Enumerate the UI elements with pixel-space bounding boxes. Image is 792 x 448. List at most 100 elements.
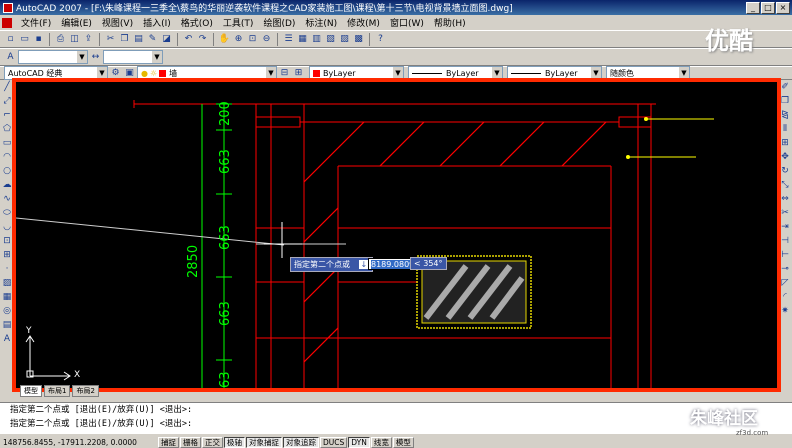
linetype-sample	[412, 72, 442, 74]
publish-icon[interactable]: ⇪	[82, 33, 95, 46]
toolbar-separator	[177, 32, 178, 46]
toolbar-separator	[49, 32, 50, 46]
minimize-button[interactable]: _	[746, 1, 760, 14]
drawing-canvas[interactable]	[16, 82, 777, 388]
lineweight-toggle[interactable]: 线宽	[370, 436, 392, 448]
menu-insert[interactable]: 插入(I)	[138, 16, 176, 29]
match-properties-icon[interactable]: ✎	[146, 33, 159, 46]
dim-style-select[interactable]: ▼	[103, 50, 163, 64]
menu-tools[interactable]: 工具(T)	[218, 16, 259, 29]
document-icon[interactable]	[2, 17, 12, 28]
polar-toggle[interactable]: 极轴	[224, 436, 245, 448]
toolbar-separator	[277, 32, 278, 46]
dim-text-total: 2850	[186, 244, 201, 278]
toolbar-separator	[213, 32, 214, 46]
workspace-value: AutoCAD 经典	[8, 68, 63, 78]
calculator-icon[interactable]: ▩	[352, 33, 365, 46]
layout-tabs: 模型 布局1 布局2	[0, 384, 99, 397]
layer-bulb-icon: ●	[141, 68, 148, 78]
tab-model[interactable]: 模型	[20, 384, 42, 397]
toolbar-separator	[99, 32, 100, 46]
otrack-toggle[interactable]: 对象追踪	[283, 436, 319, 448]
color-value: ByLayer	[323, 68, 356, 78]
color-swatch	[313, 69, 320, 77]
dim-text-200: 200	[218, 101, 233, 126]
osnap-toggle[interactable]: 对象捕捉	[246, 436, 282, 448]
print-preview-icon[interactable]: ◫	[68, 33, 81, 46]
dim-text-663: 663	[218, 225, 233, 250]
menu-draw[interactable]: 绘图(D)	[258, 16, 300, 29]
drawing-area[interactable]: 200 663 663 663 63 2850 Y X 指定第二个点或 ↓ 81…	[12, 78, 781, 392]
distance-value: 8189.0809	[371, 260, 415, 269]
cut-icon[interactable]: ✂	[104, 33, 117, 46]
menu-dimension[interactable]: 标注(N)	[300, 16, 342, 29]
lineweight-value: ByLayer	[545, 68, 578, 78]
menu-edit[interactable]: 编辑(E)	[56, 16, 97, 29]
wall-hatch	[304, 122, 611, 382]
angle-input[interactable]: < 354°	[410, 257, 447, 270]
dim-text-63: 63	[218, 371, 233, 388]
dynamic-prompt: 指定第二个点或 ↓	[290, 257, 374, 272]
markup-icon[interactable]: ▨	[338, 33, 351, 46]
rubber-band-line	[16, 217, 285, 246]
copy-icon[interactable]: ❐	[118, 33, 131, 46]
menu-bar: 文件(F) 编辑(E) 视图(V) 插入(I) 格式(O) 工具(T) 绘图(D…	[0, 15, 792, 30]
menu-file[interactable]: 文件(F)	[16, 16, 56, 29]
block-editor-icon[interactable]: ◪	[160, 33, 173, 46]
pan-icon[interactable]: ✋	[218, 33, 231, 46]
help-icon[interactable]: ?	[374, 33, 387, 46]
zoom-previous-icon[interactable]: ⊖	[260, 33, 273, 46]
design-center-icon[interactable]: ▦	[296, 33, 309, 46]
toolbar-separator	[369, 32, 370, 46]
paste-icon[interactable]: ▤	[132, 33, 145, 46]
text-style-icon[interactable]: A	[4, 51, 17, 64]
zoom-window-icon[interactable]: ⊡	[246, 33, 259, 46]
redo-icon[interactable]: ↷	[196, 33, 209, 46]
autocad-app-icon[interactable]	[3, 2, 13, 13]
coordinate-readout[interactable]: 148756.8455, -17911.2208, 0.0000	[0, 438, 158, 447]
menu-view[interactable]: 视图(V)	[97, 16, 138, 29]
watermark-url: zf3d.com	[736, 429, 769, 437]
ucs-x-label: X	[74, 370, 81, 380]
save-icon[interactable]: ▪	[32, 33, 45, 46]
dim-style-icon[interactable]: ↔	[89, 51, 102, 64]
model-toggle[interactable]: 模型	[392, 436, 414, 448]
dim-text-663: 663	[218, 301, 233, 326]
print-icon[interactable]: ⎙	[54, 33, 67, 46]
text-style-select[interactable]: ▼	[18, 50, 88, 64]
command-prompt-line[interactable]: 指定第二个点或 [退出(E)/放弃(U)] <退出>:	[10, 417, 792, 431]
sheet-set-icon[interactable]: ▧	[324, 33, 337, 46]
close-button[interactable]: ×	[776, 1, 790, 14]
undo-icon[interactable]: ↶	[182, 33, 195, 46]
dyn-toggle[interactable]: DYN	[348, 436, 370, 448]
ducs-toggle[interactable]: DUCS	[320, 436, 348, 448]
open-file-icon[interactable]: ▭	[18, 33, 31, 46]
layer-color-swatch	[159, 69, 167, 77]
linetype-value: ByLayer	[446, 68, 479, 78]
tab-layout2[interactable]: 布局2	[72, 384, 99, 397]
ortho-toggle[interactable]: 正交	[202, 436, 223, 448]
menu-modify[interactable]: 修改(M)	[342, 16, 385, 29]
youku-watermark: 优酷	[705, 27, 753, 55]
dynamic-prompt-text: 指定第二个点或	[294, 260, 350, 269]
tab-layout1[interactable]: 布局1	[44, 384, 71, 397]
menu-format[interactable]: 格式(O)	[176, 16, 218, 29]
snap-toggle[interactable]: 捕捉	[158, 436, 179, 448]
angle-value: < 354°	[414, 259, 443, 268]
command-window[interactable]: 指定第二个点或 [退出(E)/放弃(U)] <退出>: 指定第二个点或 [退出(…	[0, 402, 792, 434]
standard-toolbar: ▫ ▭ ▪ ⎙ ◫ ⇪ ✂ ❐ ▤ ✎ ◪ ↶ ↷ ✋ ⊕ ⊡ ⊖ ☰ ▦ ▥ …	[0, 30, 792, 48]
tool-palettes-icon[interactable]: ▥	[310, 33, 323, 46]
grid-toggle[interactable]: 栅格	[180, 436, 201, 448]
community-watermark: 朱峰社区	[690, 409, 758, 429]
dim-text-663: 663	[218, 149, 233, 174]
new-file-icon[interactable]: ▫	[4, 33, 17, 46]
menu-window[interactable]: 窗口(W)	[385, 16, 429, 29]
status-bar: 148756.8455, -17911.2208, 0.0000 捕捉 栅格 正…	[0, 436, 792, 448]
maximize-button[interactable]: □	[761, 1, 775, 14]
properties-icon[interactable]: ☰	[282, 33, 295, 46]
menu-help[interactable]: 帮助(H)	[429, 16, 471, 29]
layer-sun-icon: ☼	[149, 68, 158, 78]
zoom-realtime-icon[interactable]: ⊕	[232, 33, 245, 46]
crown-block-left	[255, 116, 301, 128]
ucs-y-label: Y	[26, 326, 32, 336]
